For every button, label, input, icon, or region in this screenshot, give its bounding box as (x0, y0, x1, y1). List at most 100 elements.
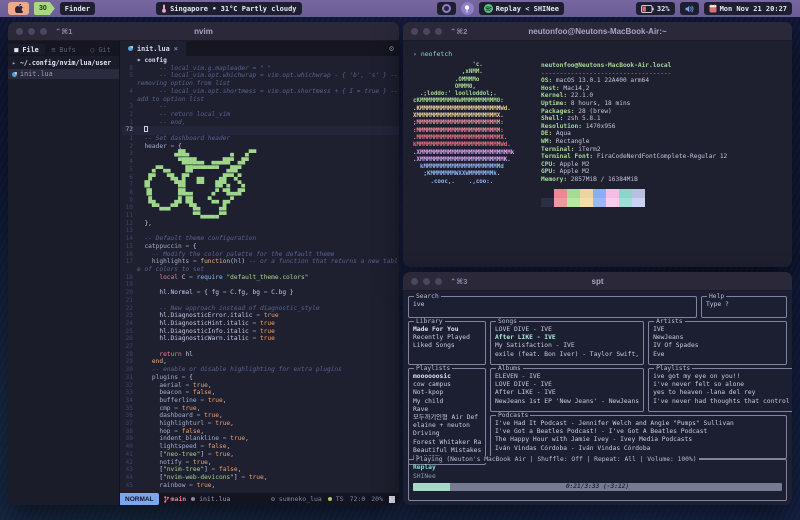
traffic-lights[interactable] (411, 278, 442, 285)
list-item[interactable]: IV Of Spades (653, 342, 782, 350)
code-line[interactable]: 30 -- enable or disable highlighting for… (122, 366, 399, 374)
close-window-button[interactable] (411, 28, 418, 35)
list-item[interactable]: ive got my eye on you!! (653, 373, 792, 381)
code-line[interactable]: 31 plugins = { (122, 374, 399, 382)
traffic-lights[interactable] (411, 28, 442, 35)
search-input[interactable]: ive (413, 301, 692, 309)
list-item[interactable]: yes to heaven -lana del rey (653, 389, 792, 397)
code-line[interactable]: 18 local C = require "default_theme.colo… (122, 274, 399, 282)
list-item[interactable]: Liked Songs (413, 342, 481, 350)
list-item[interactable]: 모두까기인형 Air Def (413, 414, 481, 422)
code-line[interactable]: 32 aerial = true, (122, 382, 399, 390)
code-line[interactable]: 29 end, (122, 358, 399, 366)
list-item[interactable]: Forest Whitaker Ra (413, 439, 481, 447)
gear-icon[interactable]: ⚙ (389, 44, 394, 53)
terminal-titlebar[interactable]: ⌃⌘2 neutonfoo@Neutons-MacBook-Air:~ (403, 22, 792, 41)
traffic-lights[interactable] (16, 28, 47, 35)
code-line[interactable]: 3 ▄██▄ ▄ ▄▀▀ (122, 150, 399, 158)
list-item[interactable]: moooooosic (413, 373, 481, 381)
list-item[interactable]: Eve (653, 351, 782, 359)
workspace-badge[interactable]: 30 (34, 2, 55, 15)
now-playing-panel[interactable]: Playing (Neuton's MacBook Air | Shuffle:… (408, 459, 787, 501)
list-item[interactable]: The Happy Hour with Jamie Ivey - Ivey Me… (495, 436, 782, 444)
list-item[interactable]: Iván Vindas Córdoba - Iván Vindas Córdob… (495, 445, 782, 453)
minimize-window-button[interactable] (423, 28, 430, 35)
tree-file-item[interactable]: init.lua (8, 69, 119, 79)
close-window-button[interactable] (411, 278, 418, 285)
list-item[interactable]: elaine + neuton (413, 422, 481, 430)
albums-panel[interactable]: Albums ELEVEN - IVELOVE DIVE - IVEAfter … (490, 368, 644, 412)
clock-widget[interactable]: Mon Nov 21 20:27 (704, 2, 792, 15)
volume-widget[interactable] (680, 2, 699, 15)
list-item[interactable]: Recently Played (413, 334, 481, 342)
list-item[interactable]: I've never had thoughts that control me (653, 398, 792, 406)
code-line[interactable]: 23 hl.DiagnosticError.italic = true (122, 312, 399, 320)
now-playing-widget[interactable]: Replay < SHINee (479, 2, 564, 15)
code-line[interactable]: 72 (122, 126, 399, 135)
list-item[interactable]: LOVE DIVE - IVE (495, 326, 639, 334)
code-line[interactable]: 3 -- (122, 103, 399, 111)
podcasts-panel[interactable]: Podcasts I've Had It Podcast - Jennifer … (490, 415, 787, 459)
sidebar-tab-git[interactable]: ○ Git (82, 44, 119, 54)
code-line[interactable]: 15 catppuccin = { (122, 243, 399, 251)
pin-button[interactable] (461, 2, 474, 15)
artists-panel[interactable]: Artists IVENewJeansIV Of SpadesEve (648, 321, 787, 365)
sidebar-tab-file[interactable]: ■ File (8, 44, 45, 54)
spt-titlebar[interactable]: ⌃⌘3 spt (403, 272, 792, 291)
list-item[interactable]: ELEVEN - IVE (495, 373, 639, 381)
library-panel[interactable]: Library Made For YouRecently PlayedLiked… (408, 321, 486, 365)
list-item[interactable]: My child (413, 398, 481, 406)
minimize-window-button[interactable] (28, 28, 35, 35)
dnd-toggle[interactable] (437, 2, 456, 15)
apple-menu-button[interactable] (8, 2, 29, 15)
list-item[interactable]: Made For You (413, 326, 481, 334)
code-line[interactable]: 45 rainbow = true, (122, 482, 399, 490)
code-line[interactable]: 10 ▀▀▄▄▄▀▀ ▀█▄ ▄█ (122, 204, 399, 212)
list-item[interactable]: I've Got a Beatles Podcast! - I've Got A… (495, 428, 782, 436)
list-item[interactable]: cow campus (413, 381, 481, 389)
code-line[interactable]: 1 -- end, (122, 119, 399, 127)
code-line[interactable]: 38 hop = false, (122, 428, 399, 436)
list-item[interactable]: Beautiful Mistakes (413, 447, 481, 455)
list-item[interactable]: Driving (413, 430, 481, 438)
code-line[interactable]: 27 (122, 343, 399, 351)
code-line[interactable]: 34 bufferline = true, (122, 397, 399, 405)
code-line[interactable]: 26 hl.DiagnosticWarn.italic = true (122, 335, 399, 343)
code-line[interactable]: 24 hl.DiagnosticHint.italic = true (122, 320, 399, 328)
list-item[interactable]: I've Had It Podcast - Jennifer Welch and… (495, 420, 782, 428)
code-line[interactable]: 36 dashboard = true, (122, 412, 399, 420)
list-item[interactable]: LOVE DIVE - IVE (495, 381, 639, 389)
weather-widget[interactable]: Singapore • 31°C Partly cloudy (156, 2, 301, 15)
terminal-content[interactable]: › neofetch 'c. ,xNMM. .OMMMMo OMMM0, .;l… (403, 41, 792, 267)
code-line[interactable]: 1 -- Set dashboard header (122, 135, 399, 143)
code-line[interactable]: 20 hl.Normal = { fg = C.fg, bg = C.bg } (122, 289, 399, 297)
code-line[interactable]: 28 return hl (122, 351, 399, 359)
list-item[interactable]: i've never felt so alone (653, 381, 792, 389)
code-line[interactable]: 11 ▀▀▄▄▄▄▄▀▀ (122, 212, 399, 220)
list-item[interactable]: After LIKE - IVE (495, 334, 639, 342)
list-item[interactable]: exile (feat. Bon Iver) - Taylor Swift, (495, 351, 639, 359)
code-line[interactable]: 7 █▌ ▀██ ▀▀ ██▀▄ ▀▄ (122, 181, 399, 189)
tab-close-button[interactable]: × (174, 45, 178, 53)
code-line[interactable]: 40 lightspeed = false, (122, 443, 399, 451)
list-item[interactable]: NewJeans (653, 334, 782, 342)
close-window-button[interactable] (16, 28, 23, 35)
code-line[interactable]: 19 (122, 281, 399, 289)
code-line[interactable]: 12 }, (122, 220, 399, 228)
code-line[interactable]: 5 -- local_vim.opt.whichwrap = vim.opt.w… (122, 72, 399, 87)
code-line[interactable]: 33 beacon = false, (122, 389, 399, 397)
playlists-panel[interactable]: Playlists moooooosiccow campusNot-kpopMy… (408, 368, 486, 465)
songs-panel[interactable]: Songs LOVE DIVE - IVEAfter LIKE - IVEMy … (490, 321, 644, 365)
code-line[interactable]: 2 -- return local_vim (122, 111, 399, 119)
code-line[interactable]: 39 indent_blankline = true, (122, 435, 399, 443)
buffer-tab[interactable]: init.lua × (120, 41, 186, 56)
zoom-window-button[interactable] (435, 28, 442, 35)
list-item[interactable]: Not-kpop (413, 389, 481, 397)
code-area[interactable]: ∗ config 8 -- local_vim.g.mapleader = " … (120, 56, 399, 493)
statusline-filename[interactable]: init.lua (191, 495, 230, 503)
list-item[interactable]: My Satisfaction - IVE (495, 342, 639, 350)
list-item[interactable]: Rave (413, 406, 481, 414)
sidebar-tab-bufs[interactable]: ≡ Bufs (45, 44, 82, 54)
code-line[interactable]: 41 ["neo-tree"] = true, (122, 451, 399, 459)
code-line[interactable]: 8 ▐█ ██▄▄ ▄▀ ▀█▄▄█▀ (122, 189, 399, 197)
